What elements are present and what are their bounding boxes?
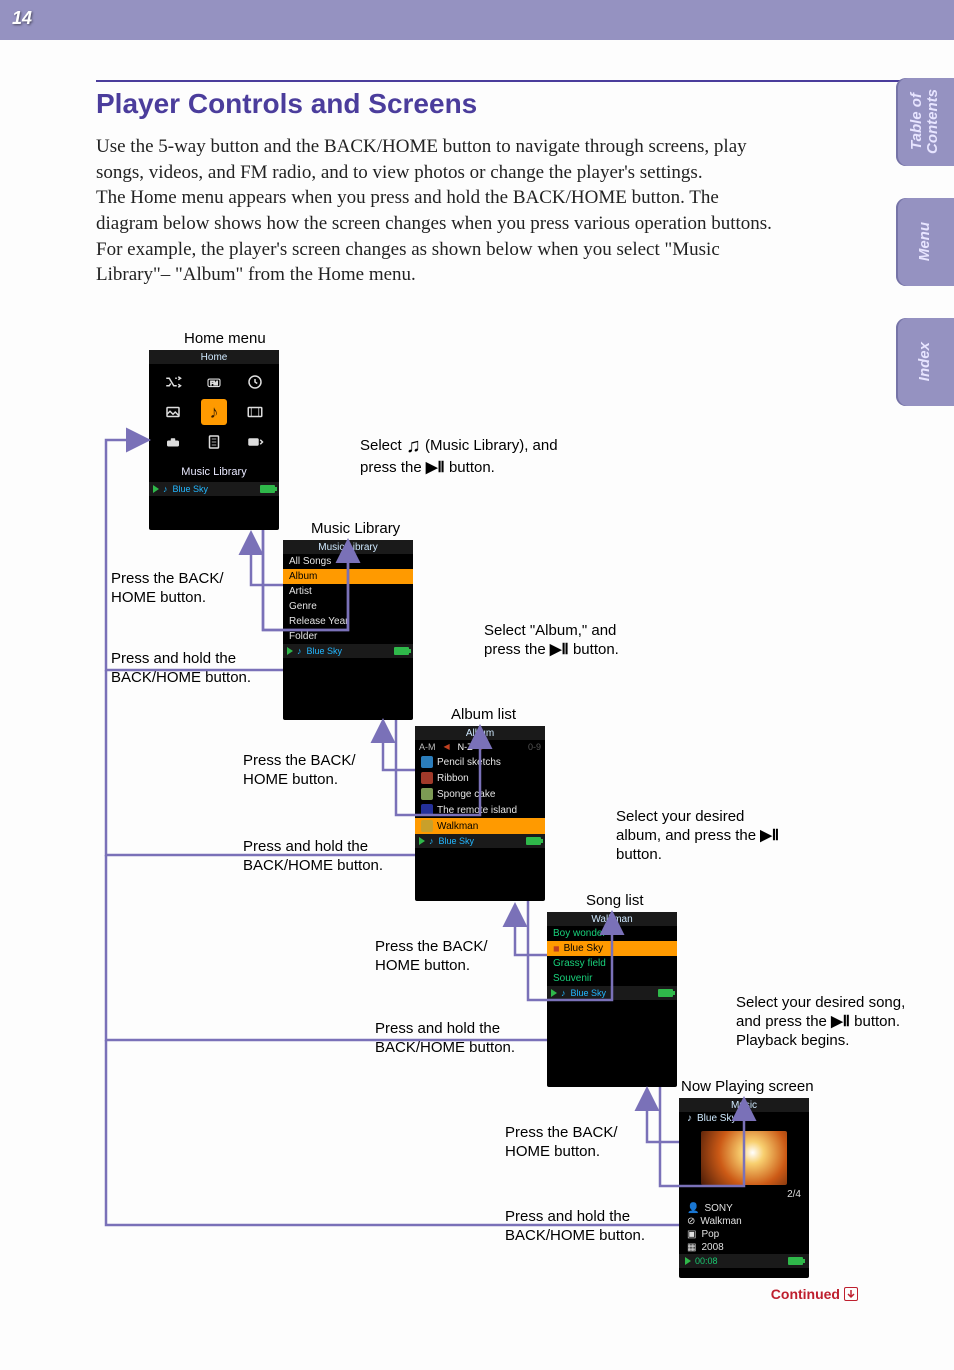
tab-label: Index bbox=[917, 342, 933, 381]
tab-menu[interactable]: Menu bbox=[896, 198, 954, 286]
body-paragraph-2: The Home menu appears when you press and… bbox=[96, 185, 776, 288]
down-arrow-icon bbox=[844, 1287, 858, 1301]
tab-label: Table of Contents bbox=[909, 78, 941, 166]
navigation-diagram: Home menu Home FM ♪ Music Library Blue S… bbox=[96, 330, 866, 1270]
continued-indicator: Continued bbox=[771, 1286, 858, 1302]
page-title: Player Controls and Screens bbox=[96, 88, 904, 120]
tab-label: Menu bbox=[917, 222, 933, 261]
body-paragraph-1: Use the 5-way button and the BACK/HOME b… bbox=[96, 134, 776, 185]
header-strip: 14 bbox=[0, 0, 954, 40]
tab-table-of-contents[interactable]: Table of Contents bbox=[896, 78, 954, 166]
page-number: 14 bbox=[12, 8, 32, 29]
horizontal-rule bbox=[96, 80, 904, 82]
tab-index[interactable]: Index bbox=[896, 318, 954, 406]
diagram-arrows bbox=[96, 330, 866, 1280]
continued-label: Continued bbox=[771, 1286, 840, 1302]
